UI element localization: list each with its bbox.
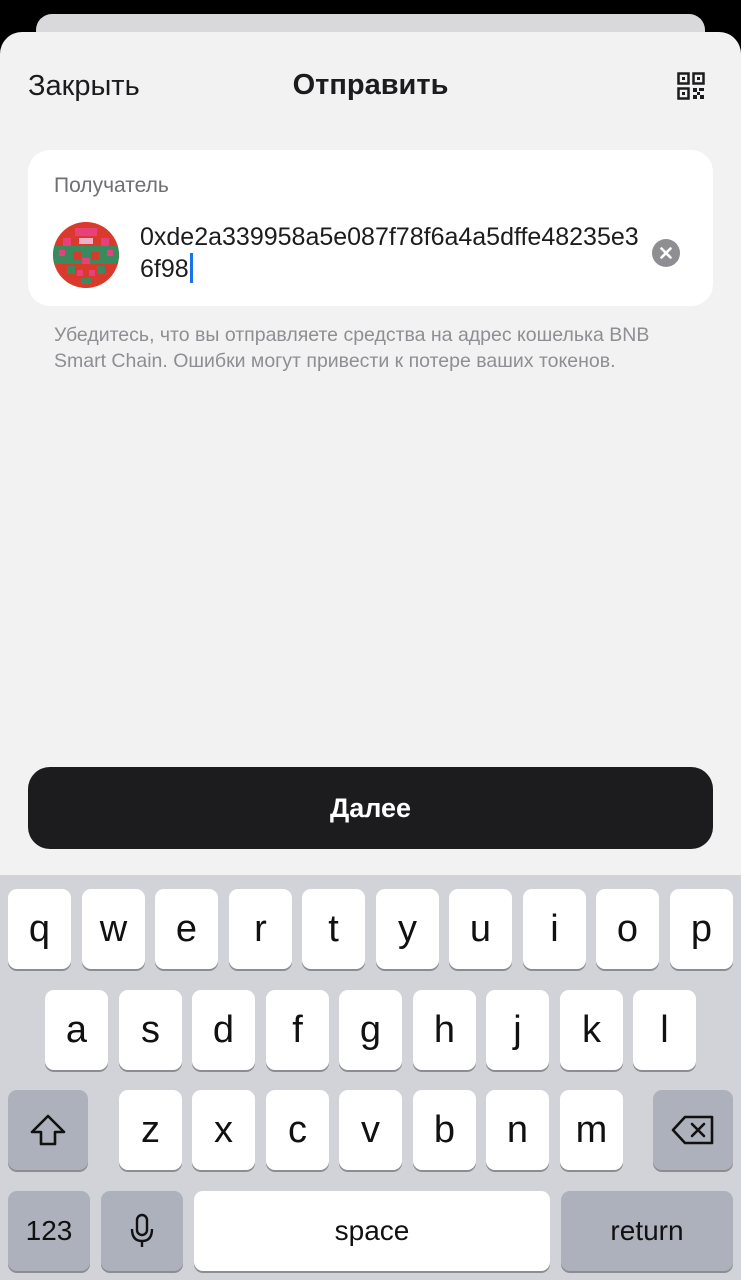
recipient-label: Получатель [54,174,169,197]
key-e[interactable]: e [155,889,218,969]
key-r[interactable]: r [229,889,292,969]
key-y[interactable]: y [376,889,439,969]
key-l[interactable]: l [633,990,696,1070]
key-z[interactable]: z [119,1090,182,1170]
identicon-avatar [53,222,119,288]
key-a[interactable]: a [45,990,108,1070]
header: Закрыть Отправить [0,32,741,142]
shift-icon[interactable] [8,1090,88,1170]
qr-code-icon[interactable] [677,72,705,100]
key-o[interactable]: o [596,889,659,969]
key-b[interactable]: b [413,1090,476,1170]
key-t[interactable]: t [302,889,365,969]
return-key[interactable]: return [561,1191,733,1271]
key-d[interactable]: d [192,990,255,1070]
key-i[interactable]: i [523,889,586,969]
next-button[interactable]: Далее [28,767,713,849]
microphone-icon[interactable] [101,1191,183,1271]
key-n[interactable]: n [486,1090,549,1170]
key-s[interactable]: s [119,990,182,1070]
key-x[interactable]: x [192,1090,255,1170]
key-p[interactable]: p [670,889,733,969]
warning-text: Убедитесь, что вы отправляете средства н… [54,324,650,372]
key-g[interactable]: g [339,990,402,1070]
key-j[interactable]: j [486,990,549,1070]
key-m[interactable]: m [560,1090,623,1170]
key-f[interactable]: f [266,990,329,1070]
recipient-card: Получатель 0xde2a339958a5e087f78f6a4a5df… [28,150,713,306]
key-w[interactable]: w [82,889,145,969]
recipient-address-input[interactable]: 0xde2a339958a5e087f78f6a4a5dffe48235e36f… [140,222,640,285]
key-k[interactable]: k [560,990,623,1070]
keyboard: q w e r t y u i o p a s d f g h j k l z … [0,875,741,1280]
backspace-icon[interactable] [653,1090,733,1170]
key-h[interactable]: h [413,990,476,1070]
page-title: Отправить [292,69,449,101]
address-text: 0xde2a339958a5e087f78f6a4a5dffe48235e36f… [140,223,639,283]
clear-icon[interactable] [652,239,680,267]
space-key[interactable]: space [194,1191,550,1271]
key-v[interactable]: v [339,1090,402,1170]
key-c[interactable]: c [266,1090,329,1170]
text-caret [189,253,193,283]
numbers-key[interactable]: 123 [8,1191,90,1271]
key-q[interactable]: q [8,889,71,969]
key-u[interactable]: u [449,889,512,969]
